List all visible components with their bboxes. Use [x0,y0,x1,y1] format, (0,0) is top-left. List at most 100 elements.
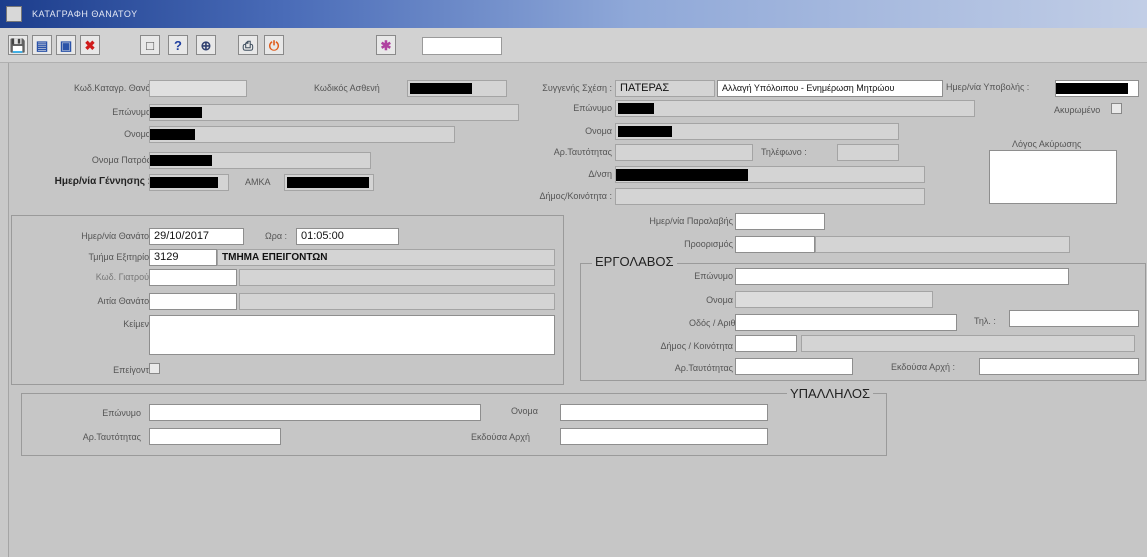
delete-icon: ✖ [84,37,96,53]
department-name-field: ΤΜΗΜΑ ΕΠΕΙΓΟΝΤΩΝ [217,249,555,266]
relation-field[interactable]: ΠΑΤΕΡΑΣ [615,80,715,97]
contractor-id-field[interactable] [735,358,853,375]
contractor-phone-label: Τηλ. : [974,316,996,326]
contractor-title: ΕΡΓΟΛΑΒΟΣ [592,254,677,269]
birth-date-field[interactable] [149,174,229,191]
relative-surname-label: Επώνυμο [573,103,612,113]
toolbar-field[interactable] [422,37,502,55]
employee-id-label: Αρ.Ταυτότητας [82,432,141,442]
new-record-button[interactable]: □ [140,35,160,55]
print-icon: ⎙ [242,37,254,53]
employee-issuing-field[interactable] [560,428,768,445]
window-title: ΚΑΤΑΓΡΑΦΗ ΘΑΝΑΤΟΥ [32,9,138,19]
death-date-field[interactable]: 29/10/2017 [149,228,244,245]
exit-button[interactable]: ⏻ [264,35,284,55]
help-icon: ? [174,37,182,53]
death-code-label: Κωδ.Καταγρ. Θανάτου [74,83,165,93]
cause-desc-field [239,293,555,310]
patient-code-field[interactable] [407,80,507,97]
department-label: Τμήμα Εξιτηρίου [88,252,154,262]
redacted-block [150,107,202,118]
employee-id-field[interactable] [149,428,281,445]
destination-desc-field [815,236,1070,253]
department-code-field[interactable]: 3129 [149,249,217,266]
zoom-icon: ⊕ [200,37,212,53]
relative-phone-field[interactable] [837,144,899,161]
redacted-block [618,126,672,137]
palette-button[interactable]: ✱ [376,35,396,55]
patient-code-label: Κωδικός Ασθενή [314,83,380,93]
contractor-municipality-code[interactable] [735,335,797,352]
contractor-phone-field[interactable] [1009,310,1139,327]
delete-button[interactable]: ✖ [80,35,100,55]
help-button[interactable]: ? [168,35,188,55]
text-field[interactable] [149,315,555,355]
patient-name-label: Ονομα [124,129,151,139]
delivery-date-field[interactable] [735,213,825,230]
relative-name-field[interactable] [615,123,899,140]
death-date-label: Ημερ/νία Θανάτου [81,231,154,241]
employee-title: ΥΠΑΛΛΗΛΟΣ [787,386,874,401]
delivery-date-label: Ημερ/νία Παραλαβής : [649,216,738,226]
patient-name-field[interactable] [149,126,455,143]
employee-surname-field[interactable] [149,404,481,421]
contractor-municipality-label: Δήμος / Κοινότητα : [660,341,738,351]
contractor-street-field[interactable] [735,314,957,331]
save-button[interactable]: 💾 [8,35,28,55]
submit-date-label: Ημερ/νία Υποβολής : [946,82,1030,92]
cancel-reason-label: Λόγος Ακύρωσης [1012,139,1082,149]
cancel-reason-field[interactable] [989,150,1117,204]
enter-query-button[interactable]: ▤ [32,35,52,55]
amka-label: ΑΜΚΑ [245,177,271,187]
father-name-field[interactable] [149,152,371,169]
employee-name-field[interactable] [560,404,768,421]
zoom-button[interactable]: ⊕ [196,35,216,55]
amka-field[interactable] [284,174,374,191]
update-registry-button[interactable]: Αλλαγή Υπόλοιπου - Ενημέρωση Μητρώου [717,80,943,97]
contractor-municipality-name [801,335,1135,352]
urgent-label: Επείγοντα [113,365,154,375]
contractor-street-label: Οδός / Αριθ. [689,318,738,328]
destination-code-field[interactable] [735,236,815,253]
save-icon: 💾 [9,37,27,53]
destination-label: Προορισμός : [684,239,738,249]
redacted-block [150,129,195,140]
redacted-block [410,83,472,94]
contractor-issuing-label: Εκδούσα Αρχή : [891,362,955,372]
death-time-label: Ωρα : [265,231,288,241]
redacted-block [150,155,212,166]
form-canvas: Κωδ.Καταγρ. Θανάτου Κωδικός Ασθενή Επώνυ… [8,63,1147,557]
contractor-name-label: Ονομα : [706,295,738,305]
contractor-surname-field[interactable] [735,268,1069,285]
doctor-code-field[interactable] [149,269,237,286]
cancelled-checkbox[interactable] [1111,103,1122,114]
contractor-name-field[interactable] [735,291,933,308]
new-document-icon: □ [146,37,154,53]
print-button[interactable]: ⎙ [238,35,258,55]
redacted-block [287,177,369,188]
submit-date-field[interactable] [1055,80,1139,97]
relative-address-field[interactable] [615,166,925,183]
redacted-block [618,103,654,114]
patient-surname-field[interactable] [149,104,519,121]
relative-municipality-field[interactable] [615,188,925,205]
death-time-field[interactable]: 01:05:00 [296,228,399,245]
relative-surname-field[interactable] [615,100,975,117]
cancelled-label: Ακυρωμένο [1054,105,1101,115]
urgent-checkbox[interactable] [149,363,160,374]
cause-code-field[interactable] [149,293,237,310]
title-bar: ΚΑΤΑΓΡΑΦΗ ΘΑΝΑΤΟΥ [0,0,1147,28]
contractor-issuing-field[interactable] [979,358,1139,375]
father-name-label: Ονομα Πατρός [91,155,151,165]
relative-id-field[interactable] [615,144,753,161]
redacted-block [1056,83,1128,94]
employee-surname-label: Επώνυμο [102,408,141,418]
relative-phone-label: Τηλέφωνο : [761,147,807,157]
relative-municipality-label: Δήμος/Κοινότητα : [539,191,612,201]
execute-query-button[interactable]: ▣ [56,35,76,55]
death-code-field[interactable] [149,80,247,97]
palette-icon: ✱ [380,37,392,53]
relative-id-label: Αρ.Ταυτότητας [553,147,612,157]
doctor-code-label: Κωδ. Γιατρού : [95,272,154,282]
enter-query-icon: ▤ [35,37,49,53]
